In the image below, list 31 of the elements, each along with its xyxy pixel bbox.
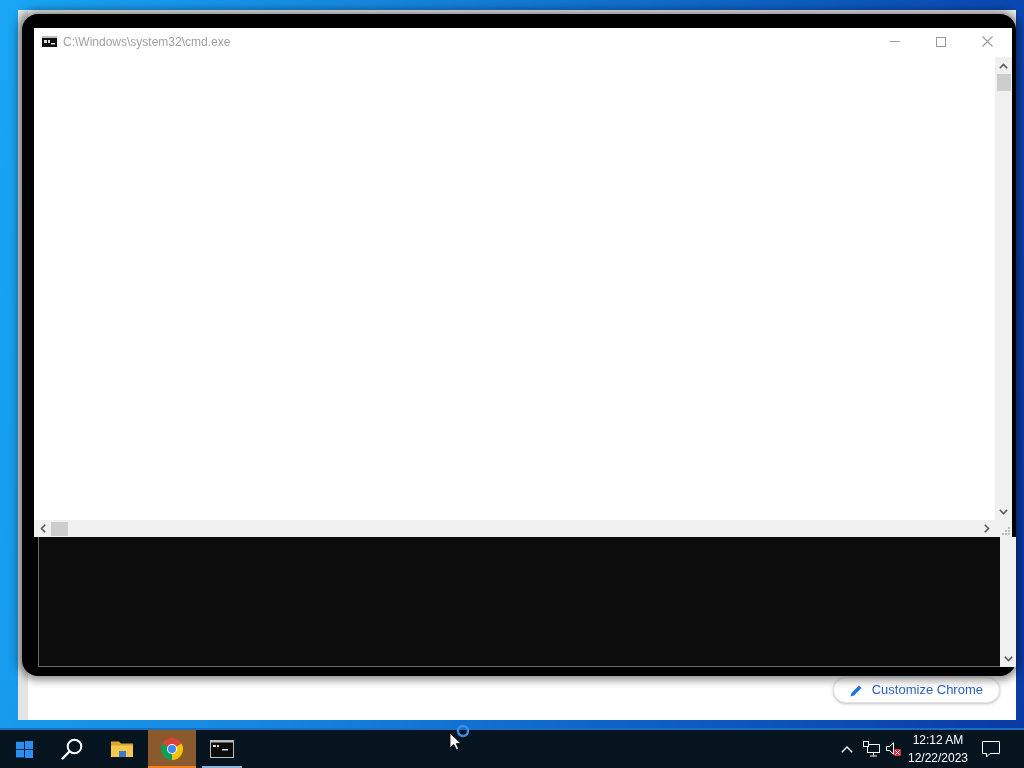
customize-chrome-button[interactable]: Customize Chrome xyxy=(832,677,1000,703)
network-icon xyxy=(862,741,880,757)
vertical-scrollbar[interactable] xyxy=(1000,537,1016,667)
maximize-icon xyxy=(936,36,946,47)
windows-logo-icon xyxy=(15,740,33,758)
chevron-right-icon xyxy=(983,524,990,533)
window-title: C:\Windows\system32\cmd.exe xyxy=(63,33,231,51)
chrome-icon xyxy=(161,738,183,760)
scroll-thumb[interactable] xyxy=(51,521,68,536)
chevron-down-icon xyxy=(1003,655,1013,662)
clock-date[interactable]: 12/22/2023 xyxy=(907,749,969,767)
notification-icon xyxy=(982,740,1000,758)
console-icon xyxy=(42,36,57,47)
terminal-icon xyxy=(210,740,234,758)
minimize-icon xyxy=(890,41,900,42)
volume-muted-icon xyxy=(886,741,902,757)
close-icon xyxy=(981,36,993,47)
chrome-button[interactable] xyxy=(148,730,196,768)
folder-icon xyxy=(111,740,133,758)
chevron-down-icon xyxy=(999,508,1008,515)
clock-time[interactable]: 12:12 AM xyxy=(912,731,964,749)
chevron-up-icon xyxy=(841,745,853,753)
search-icon xyxy=(61,738,83,760)
scroll-thumb[interactable] xyxy=(996,74,1011,91)
busy-cursor-icon xyxy=(449,724,470,751)
size-grip-icon[interactable] xyxy=(1001,526,1010,535)
vertical-scrollbar[interactable] xyxy=(995,57,1012,520)
chevron-up-icon xyxy=(999,62,1008,69)
chevron-left-icon xyxy=(39,524,46,533)
pencil-icon xyxy=(849,683,863,697)
horizontal-scrollbar[interactable] xyxy=(34,520,995,537)
